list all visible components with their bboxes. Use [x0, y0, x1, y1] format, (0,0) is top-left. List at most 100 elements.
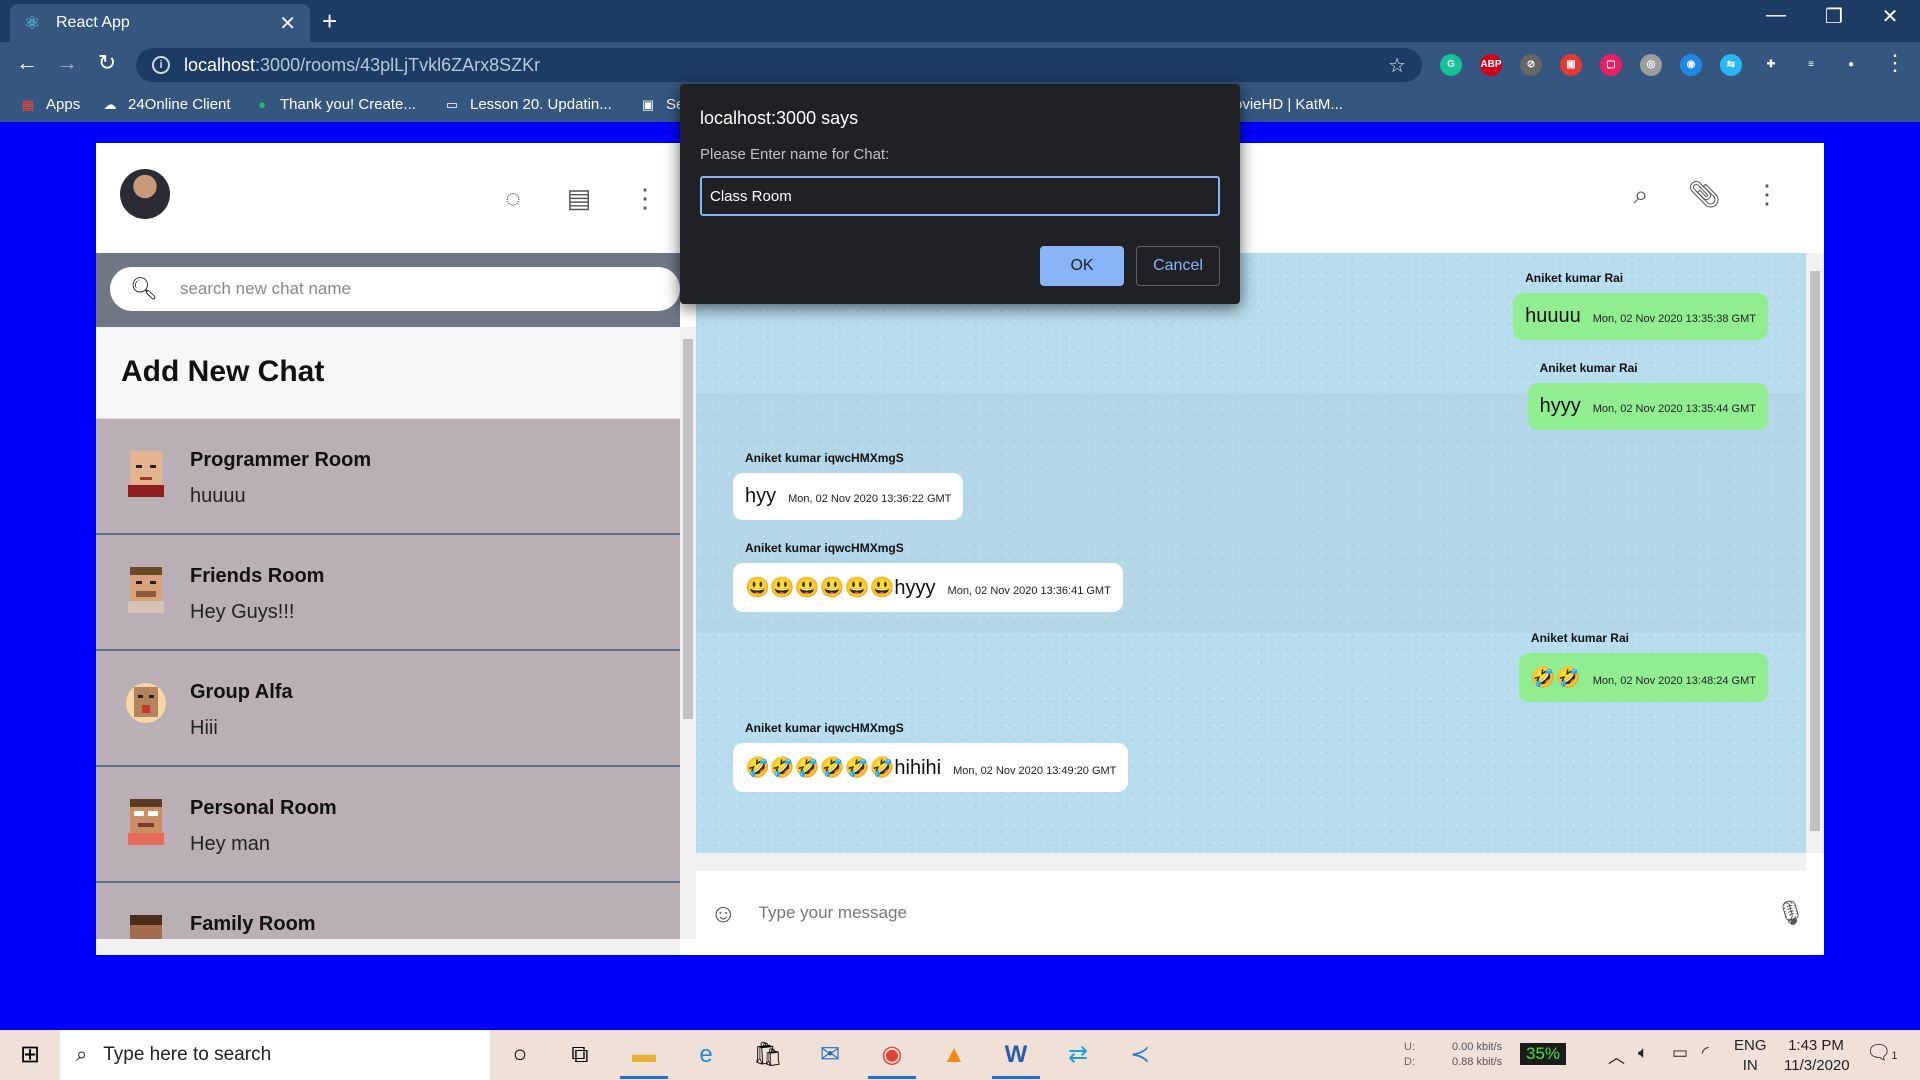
more-vert-icon[interactable]: ⋮ [1752, 179, 1782, 210]
chat-room-item[interactable]: Friends Room Hey Guys!!! [96, 535, 680, 651]
address-bar[interactable]: i localhost:3000/rooms/43plLjTvkl6ZArx8S… [136, 48, 1422, 82]
browser-menu-icon[interactable]: ⋮ [1880, 50, 1910, 76]
emoji-icon[interactable]: ☺ [710, 898, 737, 929]
clock[interactable]: 1:43 PM 11/3/2020 [1784, 1036, 1850, 1076]
teamviewer-icon[interactable]: ⇄ [1060, 1038, 1096, 1072]
scrollbar-thumb[interactable] [1810, 271, 1820, 831]
net-speed: 0.00 kbit/s 0.88 kbit/s [1452, 1041, 1503, 1068]
bookmark-thank-you[interactable]: ● Thank you! Create... [254, 96, 416, 113]
wifi-icon[interactable]: ◜ [1702, 1043, 1709, 1063]
scrollbar-thumb[interactable] [683, 339, 693, 719]
forward-arrow-icon[interactable]: → [52, 50, 82, 76]
close-window-icon[interactable]: ✕ [1870, 4, 1910, 29]
browser-tab[interactable]: ⚛ React App ✕ [10, 4, 310, 42]
browser-tab-strip: ⚛ React App ✕ + — ❐ ✕ [0, 0, 1920, 42]
dialog-input[interactable] [700, 176, 1220, 216]
message-bubble: 🤣🤣 Mon, 02 Nov 2020 13:48:24 GMT [1518, 653, 1768, 702]
message-text: 😃😃😃😃😃😃hyyy [745, 577, 936, 599]
sidebar-vertical-scrollbar[interactable] [680, 327, 696, 939]
extension-pink-icon[interactable]: ▢ [1600, 54, 1622, 76]
bookmark-se[interactable]: ▣ Se [640, 96, 685, 113]
blocker-icon[interactable]: ⊘ [1520, 54, 1542, 76]
volume-icon[interactable]: 🔈︎ [1638, 1043, 1648, 1063]
new-tab-button[interactable]: + [322, 6, 337, 37]
windows-taskbar: ⊞ ⌕ Type here to search ○ ⧉ ▬ e 🛍︎ ✉ ◉ ▲… [0, 1030, 1920, 1080]
tray-chevron-icon[interactable]: ︿ [1608, 1043, 1625, 1068]
extension-red-icon[interactable]: ▣ [1560, 54, 1582, 76]
bookmark-24online[interactable]: ☁ 24Online Client [102, 96, 231, 113]
more-vert-icon[interactable]: ⋮ [630, 183, 660, 214]
chat-room-item[interactable]: Personal Room Hey man [96, 767, 680, 883]
cortana-icon[interactable]: ○ [502, 1038, 538, 1072]
notifications-icon[interactable]: 🗨︎1 [1866, 1040, 1898, 1065]
reading-list-icon[interactable]: ≡ [1800, 54, 1822, 76]
message-time: Mon, 02 Nov 2020 13:35:44 GMT [1592, 403, 1756, 415]
status-icon[interactable]: ◌ [498, 183, 528, 214]
bookmark-lesson-20[interactable]: ▭ Lesson 20. Updatin... [444, 96, 612, 113]
task-view-icon[interactable]: ⧉ [562, 1038, 598, 1072]
chat-icon[interactable]: ▤ [564, 183, 594, 214]
back-arrow-icon[interactable]: ← [12, 50, 42, 76]
cancel-button[interactable]: Cancel [1136, 246, 1220, 286]
chat-vertical-scrollbar[interactable] [1806, 253, 1824, 853]
room-name: Group Alfa [190, 681, 293, 703]
room-avatar-icon [126, 683, 166, 723]
translate-icon[interactable]: ⇆ [1720, 54, 1742, 76]
bookmark-star-icon[interactable]: ☆ [1388, 53, 1406, 78]
adblock-icon[interactable]: ABP [1480, 54, 1502, 76]
message-sender: Aniket kumar Rai [1525, 271, 1624, 285]
close-tab-icon[interactable]: ✕ [279, 11, 296, 36]
attach-icon[interactable]: 📎︎ [1688, 179, 1721, 210]
search-container: 🔍︎ [110, 267, 680, 311]
room-avatar-icon [128, 451, 164, 497]
puzzle-icon[interactable]: ✚ [1760, 54, 1782, 76]
room-name: Friends Room [190, 565, 325, 587]
dialog-title: localhost:3000 says [700, 108, 859, 128]
bookmark-moviehd[interactable]: ovieHD | KatM... [1234, 96, 1343, 113]
edge-icon[interactable]: e [688, 1038, 724, 1072]
extension-blue-icon[interactable]: ◉ [1680, 54, 1702, 76]
chat-room-item[interactable]: Programmer Room huuuu [96, 419, 680, 535]
language-indicator[interactable]: ENG IN [1734, 1036, 1767, 1076]
sidebar-horizontal-scrollbar[interactable] [96, 939, 680, 955]
grammarly-icon[interactable]: G [1440, 54, 1462, 76]
word-icon[interactable]: W [998, 1038, 1034, 1072]
profile-avatar-icon[interactable]: ● [1840, 54, 1862, 76]
bookmark-apps[interactable]: ▦ Apps [20, 96, 80, 113]
reload-icon[interactable]: ↻ [92, 50, 122, 76]
store-icon[interactable]: 🛍︎ [750, 1038, 786, 1072]
message: Aniket kumar iqwcHMXmgS 😃😃😃😃😃😃hyyy Mon, 0… [733, 541, 1123, 612]
message-text: 🤣🤣 [1530, 667, 1581, 689]
battery-icon[interactable]: ▭ [1672, 1043, 1688, 1063]
vscode-icon[interactable]: ≺ [1122, 1038, 1158, 1072]
microphone-icon[interactable]: 🎙︎ [1776, 899, 1806, 928]
site-info-icon[interactable]: i [152, 56, 170, 74]
user-avatar[interactable] [120, 169, 170, 219]
restore-window-icon[interactable]: ❐ [1814, 4, 1854, 29]
room-last-message: Hey Guys!!! [190, 601, 295, 623]
search-icon[interactable]: ⌕ [1626, 179, 1656, 211]
message-time: Mon, 02 Nov 2020 13:49:20 GMT [953, 765, 1117, 777]
chat-room-item[interactable]: Family Room [96, 883, 680, 939]
apps-grid-icon: ▦ [21, 96, 35, 112]
chat-horizontal-scrollbar[interactable] [696, 853, 1806, 871]
room-avatar-icon [128, 799, 164, 845]
taskbar-search[interactable]: ⌕ Type here to search [60, 1030, 490, 1080]
message-input[interactable] [758, 903, 1719, 923]
mail-icon[interactable]: ✉ [812, 1038, 848, 1072]
ok-button[interactable]: OK [1040, 246, 1124, 286]
search-input[interactable] [179, 279, 380, 299]
message-bubble: 🤣🤣🤣🤣🤣🤣hihihi Mon, 02 Nov 2020 13:49:20 GM… [733, 743, 1129, 792]
windows-start-icon[interactable]: ⊞ [12, 1038, 48, 1072]
extension-gray-icon[interactable]: ◎ [1640, 54, 1662, 76]
vlc-icon[interactable]: ▲ [936, 1038, 972, 1072]
minimize-window-icon[interactable]: — [1756, 4, 1796, 27]
chat-room-item[interactable]: Group Alfa Hiii [96, 651, 680, 767]
add-new-chat-button[interactable]: Add New Chat [96, 327, 680, 419]
message-text: hyyy [1539, 395, 1581, 417]
chrome-icon[interactable]: ◉ [874, 1038, 910, 1072]
active-app-indicator [992, 1076, 1040, 1079]
room-avatar-icon [128, 567, 164, 613]
file-explorer-icon[interactable]: ▬ [626, 1038, 662, 1072]
tab-title: React App [56, 14, 130, 31]
